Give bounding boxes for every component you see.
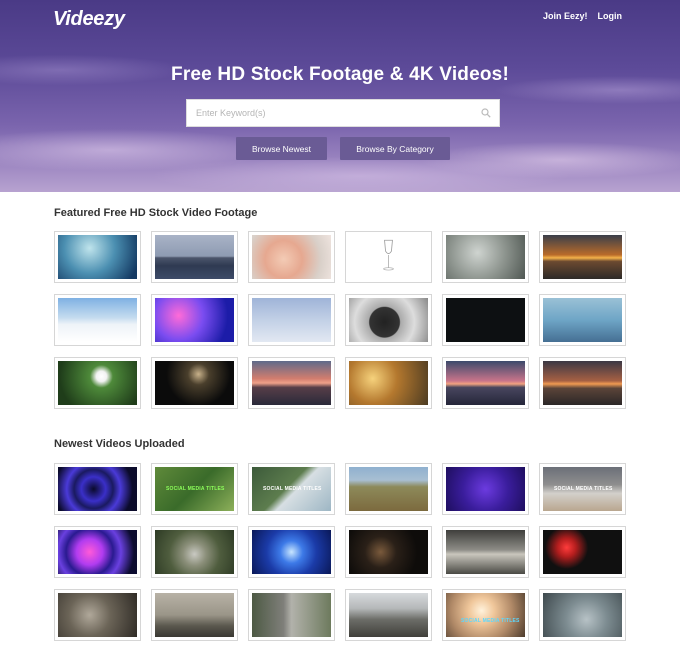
thumbnail-image xyxy=(446,361,525,405)
video-thumbnail[interactable] xyxy=(539,589,626,641)
newest-section-title: Newest Videos Uploaded xyxy=(54,438,185,450)
video-thumbnail[interactable] xyxy=(345,294,432,346)
video-thumbnail[interactable] xyxy=(54,589,141,641)
video-thumbnail[interactable] xyxy=(248,357,335,409)
browse-newest-button[interactable]: Browse Newest xyxy=(236,137,327,160)
thumbnail-image xyxy=(252,298,331,342)
thumbnail-image xyxy=(252,530,331,574)
thumbnail-image xyxy=(543,298,622,342)
featured-grid xyxy=(54,231,626,409)
video-thumbnail[interactable]: SOCIAL MEDIA TITLES xyxy=(539,463,626,515)
video-thumbnail[interactable] xyxy=(248,526,335,578)
thumbnail-image xyxy=(446,530,525,574)
video-thumbnail[interactable] xyxy=(539,294,626,346)
video-thumbnail[interactable] xyxy=(442,526,529,578)
video-thumbnail[interactable]: SOCIAL MEDIA TITLES xyxy=(151,463,238,515)
thumbnail-image xyxy=(543,530,622,574)
video-thumbnail[interactable] xyxy=(442,357,529,409)
top-nav: Join Eezy! Login xyxy=(543,11,622,21)
thumbnail-image xyxy=(349,235,428,279)
video-thumbnail[interactable] xyxy=(54,357,141,409)
thumbnail-image xyxy=(543,593,622,637)
thumbnail-overlay-text: SOCIAL MEDIA TITLES xyxy=(554,486,613,492)
video-thumbnail[interactable] xyxy=(54,463,141,515)
thumbnail-image xyxy=(155,235,234,279)
thumbnail-image xyxy=(155,530,234,574)
thumbnail-image xyxy=(58,298,137,342)
video-thumbnail[interactable] xyxy=(442,294,529,346)
thumbnail-image xyxy=(349,467,428,511)
video-thumbnail[interactable] xyxy=(151,231,238,283)
thumbnail-image xyxy=(446,298,525,342)
thumbnail-image xyxy=(446,467,525,511)
thumbnail-image xyxy=(58,593,137,637)
featured-section-title: Featured Free HD Stock Video Footage xyxy=(54,207,258,219)
video-thumbnail[interactable] xyxy=(345,357,432,409)
login-link[interactable]: Login xyxy=(598,11,623,21)
thumbnail-image xyxy=(252,361,331,405)
join-link[interactable]: Join Eezy! xyxy=(543,11,588,21)
video-thumbnail[interactable] xyxy=(151,526,238,578)
search-box xyxy=(186,99,500,127)
thumbnail-overlay-text: SOCIAL MEDIA TITLES xyxy=(263,486,322,492)
videezy-logo[interactable]: Videezy xyxy=(53,8,125,31)
video-thumbnail[interactable]: SOCIAL MEDIA TITLES xyxy=(442,589,529,641)
browse-category-button[interactable]: Browse By Category xyxy=(340,137,450,160)
video-thumbnail[interactable] xyxy=(248,231,335,283)
thumbnail-image xyxy=(58,467,137,511)
newest-grid: SOCIAL MEDIA TITLES SOCIAL MEDIA TITLES SO… xyxy=(54,463,626,641)
video-thumbnail[interactable] xyxy=(54,294,141,346)
video-thumbnail[interactable] xyxy=(442,463,529,515)
thumbnail-overlay-text: SOCIAL MEDIA TITLES xyxy=(461,618,520,624)
thumbnail-image xyxy=(58,235,137,279)
thumbnail-image xyxy=(155,593,234,637)
video-thumbnail[interactable] xyxy=(345,526,432,578)
thumbnail-overlay-text: SOCIAL MEDIA TITLES xyxy=(166,486,225,492)
search-icon[interactable] xyxy=(481,108,491,118)
thumbnail-image xyxy=(349,593,428,637)
video-thumbnail[interactable] xyxy=(248,294,335,346)
thumbnail-image xyxy=(155,298,234,342)
video-thumbnail[interactable] xyxy=(539,231,626,283)
video-thumbnail[interactable] xyxy=(54,231,141,283)
video-thumbnail[interactable] xyxy=(345,589,432,641)
video-thumbnail[interactable] xyxy=(248,589,335,641)
video-thumbnail[interactable] xyxy=(345,231,432,283)
hero-title: Free HD Stock Footage & 4K Videos! xyxy=(171,64,509,85)
thumbnail-image xyxy=(252,235,331,279)
thumbnail-image xyxy=(252,593,331,637)
thumbnail-image xyxy=(446,593,525,637)
video-thumbnail[interactable] xyxy=(151,589,238,641)
hero-banner: Videezy Join Eezy! Login Free HD Stock F… xyxy=(0,0,680,192)
thumbnail-image xyxy=(155,361,234,405)
thumbnail-image xyxy=(349,361,428,405)
thumbnail-image xyxy=(446,235,525,279)
thumbnail-image xyxy=(58,530,137,574)
thumbnail-image xyxy=(543,235,622,279)
video-thumbnail[interactable] xyxy=(151,357,238,409)
video-thumbnail[interactable]: SOCIAL MEDIA TITLES xyxy=(248,463,335,515)
thumbnail-image xyxy=(58,361,137,405)
thumbnail-image xyxy=(349,298,428,342)
video-thumbnail[interactable] xyxy=(151,294,238,346)
thumbnail-image xyxy=(543,361,622,405)
video-thumbnail[interactable] xyxy=(539,526,626,578)
thumbnail-image xyxy=(349,530,428,574)
video-thumbnail[interactable] xyxy=(54,526,141,578)
video-thumbnail[interactable] xyxy=(345,463,432,515)
video-thumbnail[interactable] xyxy=(442,231,529,283)
video-thumbnail[interactable] xyxy=(539,357,626,409)
wine-glass-icon xyxy=(383,239,394,271)
search-input[interactable] xyxy=(187,100,472,126)
